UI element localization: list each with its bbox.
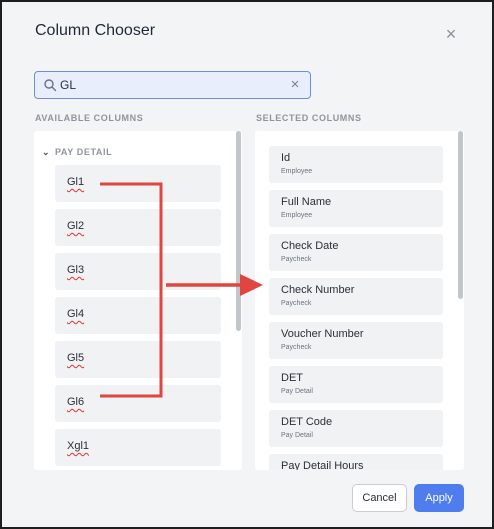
- selected-item[interactable]: Voucher Number Paycheck: [269, 322, 443, 359]
- available-item[interactable]: Gl4: [55, 297, 221, 334]
- available-item-label: Gl1: [67, 176, 85, 188]
- selected-item-label: Check Number: [281, 284, 355, 296]
- selected-item-source: Paycheck: [281, 344, 312, 351]
- available-item[interactable]: Gl1: [55, 165, 221, 202]
- group-label: PAY DETAIL: [55, 147, 113, 157]
- available-item-label: Gl5: [67, 352, 85, 364]
- available-item[interactable]: Gl5: [55, 341, 221, 378]
- available-item-label: Gl2: [67, 220, 85, 232]
- search-icon: [44, 79, 57, 92]
- available-item[interactable]: Gl2: [55, 209, 221, 246]
- dialog-title: Column Chooser: [35, 22, 156, 39]
- selected-item[interactable]: Pay Detail Hours: [269, 454, 443, 470]
- available-scrollbar[interactable]: [236, 131, 241, 331]
- available-item[interactable]: Gl3: [55, 253, 221, 290]
- selected-item-source: Employee: [281, 212, 313, 219]
- group-pay-detail[interactable]: ⌄ PAY DETAIL: [42, 147, 112, 159]
- selected-item[interactable]: DET Code Pay Detail: [269, 410, 443, 447]
- selected-item[interactable]: Check Number Paycheck: [269, 278, 443, 315]
- cancel-button[interactable]: Cancel: [352, 484, 407, 512]
- chevron-down-icon: ⌄: [42, 147, 51, 157]
- search-input[interactable]: [60, 76, 280, 94]
- selected-item-source: Paycheck: [281, 256, 312, 263]
- column-chooser-dialog: Column Chooser × × AVAILABLE COLUMNS SEL…: [0, 0, 494, 529]
- available-item-label: Gl3: [67, 264, 85, 276]
- apply-button[interactable]: Apply: [414, 484, 464, 512]
- selected-item-label: Full Name: [281, 196, 332, 208]
- clear-icon[interactable]: ×: [288, 77, 302, 93]
- selected-item[interactable]: DET Pay Detail: [269, 366, 443, 403]
- selected-columns-header: SELECTED COLUMNS: [256, 113, 362, 123]
- selected-item-source: Paycheck: [281, 300, 312, 307]
- selected-item[interactable]: Check Date Paycheck: [269, 234, 443, 271]
- selected-item-source: Pay Detail: [281, 388, 313, 395]
- selected-item-label: Pay Detail Hours: [281, 460, 364, 470]
- selected-item-label: Id: [281, 152, 291, 164]
- available-item[interactable]: Xgl1: [55, 429, 221, 466]
- selected-item-label: DET: [281, 372, 303, 384]
- search-box: ×: [34, 71, 311, 99]
- available-columns-header: AVAILABLE COLUMNS: [35, 113, 144, 123]
- selected-item[interactable]: Id Employee: [269, 146, 443, 183]
- selected-item[interactable]: Full Name Employee: [269, 190, 443, 227]
- selected-item-source: Pay Detail: [281, 432, 313, 439]
- available-item-label: Gl4: [67, 308, 85, 320]
- selected-item-label: Voucher Number: [281, 328, 364, 340]
- available-item-label: Xgl1: [67, 440, 90, 452]
- close-icon[interactable]: ×: [443, 25, 459, 43]
- selected-columns-panel: Id Employee Full Name Employee Check Dat…: [255, 131, 464, 470]
- selected-scrollbar[interactable]: [458, 131, 463, 299]
- selected-item-label: Check Date: [281, 240, 339, 252]
- selected-item-source: Employee: [281, 168, 313, 175]
- available-columns-panel: ⌄ PAY DETAIL Gl1 Gl2 Gl3 Gl4 Gl5 Gl6 Xgl1: [34, 131, 242, 470]
- selected-item-label: DET Code: [281, 416, 333, 428]
- available-item-label: Gl6: [67, 396, 85, 408]
- available-item[interactable]: Gl6: [55, 385, 221, 422]
